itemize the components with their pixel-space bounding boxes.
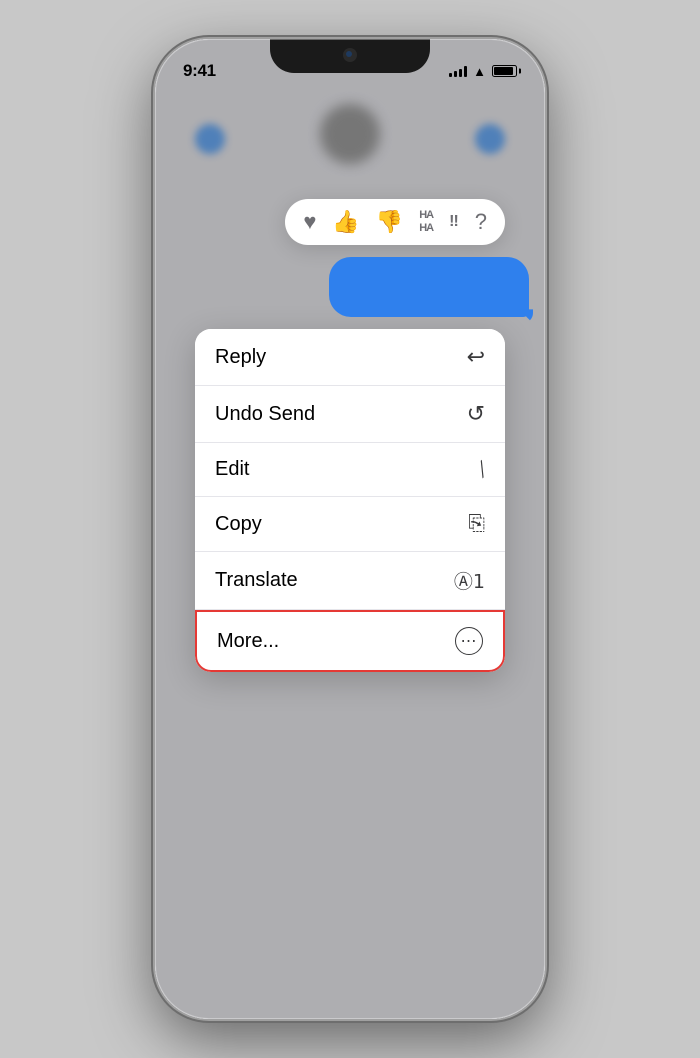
- menu-label-undo-send: Undo Send: [215, 403, 315, 426]
- message-bubble: [329, 257, 529, 317]
- reaction-exclaim[interactable]: ‼: [449, 213, 459, 231]
- menu-label-translate: Translate: [215, 569, 298, 592]
- reaction-thumbsup[interactable]: 👍: [332, 211, 359, 233]
- signal-icon: [449, 65, 467, 77]
- context-menu: Reply ↩ Undo Send ↺ Edit ∕ Copy ⎘ Transl…: [195, 329, 505, 672]
- edit-icon: ∕: [474, 461, 493, 480]
- wifi-icon: ▲︎: [473, 64, 486, 79]
- status-time: 9:41: [183, 61, 216, 81]
- more-icon: ⋯: [455, 627, 483, 655]
- menu-item-more[interactable]: More... ⋯: [195, 610, 505, 672]
- menu-item-edit[interactable]: Edit ∕: [195, 443, 505, 497]
- menu-item-reply[interactable]: Reply ↩: [195, 329, 505, 386]
- battery-fill: [494, 67, 513, 75]
- undo-send-icon: ↺: [467, 401, 485, 427]
- notch-camera: [343, 48, 357, 62]
- screen: 9:41 ▲︎ ♥ 👍 👎 HAHA: [155, 39, 545, 1019]
- menu-item-undo-send[interactable]: Undo Send ↺: [195, 386, 505, 443]
- notch: [270, 39, 430, 73]
- reaction-heart[interactable]: ♥: [303, 211, 316, 233]
- reaction-bar: ♥ 👍 👎 HAHA ‼ ?: [285, 199, 505, 245]
- reaction-thumbsdown[interactable]: 👎: [376, 211, 403, 233]
- phone-frame: 9:41 ▲︎ ♥ 👍 👎 HAHA: [155, 39, 545, 1019]
- menu-label-edit: Edit: [215, 458, 249, 481]
- translate-icon: Ⓐ𝟣: [454, 567, 485, 594]
- menu-label-reply: Reply: [215, 346, 266, 369]
- reply-icon: ↩: [467, 344, 485, 370]
- status-icons: ▲︎: [449, 64, 517, 79]
- reaction-haha[interactable]: HAHA: [419, 209, 433, 235]
- copy-icon: ⎘: [468, 512, 485, 536]
- menu-label-copy: Copy: [215, 513, 262, 536]
- reaction-question[interactable]: ?: [475, 211, 487, 233]
- context-area: ♥ 👍 👎 HAHA ‼ ? Reply ↩ Undo Send ↺: [155, 199, 545, 672]
- message-bubble-wrap: [329, 257, 529, 317]
- battery-icon: [492, 65, 517, 77]
- menu-label-more: More...: [217, 630, 279, 653]
- menu-item-translate[interactable]: Translate Ⓐ𝟣: [195, 552, 505, 610]
- menu-item-copy[interactable]: Copy ⎘: [195, 497, 505, 552]
